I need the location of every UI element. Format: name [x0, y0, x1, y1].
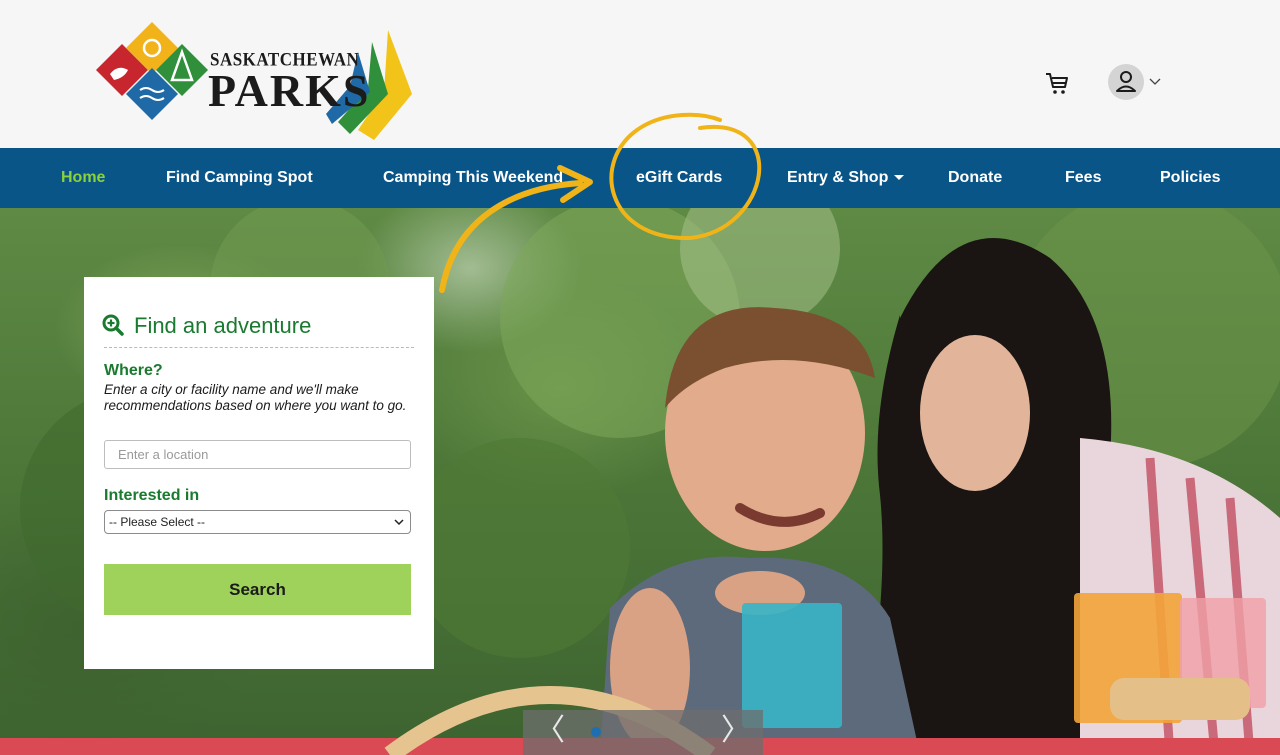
user-menu[interactable] — [1108, 64, 1180, 100]
carousel-controls: 〈 〉 — [523, 710, 763, 755]
user-icon — [1116, 71, 1136, 92]
nav-find-camping-spot[interactable]: Find Camping Spot — [166, 148, 313, 208]
search-panel-title-text: Find an adventure — [134, 313, 312, 338]
saskatchewan-parks-logo[interactable]: SASKATCHEWAN PARKS — [88, 22, 428, 140]
main-nav: Home Find Camping Spot Camping This Week… — [0, 148, 1280, 208]
divider — [104, 347, 414, 348]
search-button[interactable]: Search — [104, 564, 411, 615]
cart-icon[interactable] — [1044, 70, 1070, 96]
where-label: Where? — [104, 362, 163, 379]
nav-policies[interactable]: Policies — [1160, 148, 1220, 208]
location-input[interactable] — [104, 440, 411, 469]
caret-down-icon — [894, 175, 905, 181]
logo-line-2: PARKS — [208, 65, 371, 116]
avatar — [1108, 64, 1144, 100]
nav-fees[interactable]: Fees — [1065, 148, 1101, 208]
nav-donate[interactable]: Donate — [948, 148, 1002, 208]
search-panel-title: Find an adventure — [102, 313, 312, 339]
nav-egift-cards[interactable]: eGift Cards — [636, 148, 722, 208]
nav-camping-this-weekend[interactable]: Camping This Weekend — [383, 148, 563, 208]
site-header: SASKATCHEWAN PARKS — [0, 0, 1280, 148]
nav-home[interactable]: Home — [61, 148, 105, 208]
where-help-text: Enter a city or facility name and we'll … — [104, 382, 407, 413]
interest-select[interactable]: -- Please Select -- — [104, 510, 411, 534]
nav-entry-shop[interactable]: Entry & Shop — [787, 148, 905, 208]
chevron-down-icon — [394, 519, 404, 526]
nav-entry-shop-label: Entry & Shop — [787, 169, 889, 186]
chevron-right-icon[interactable]: 〉 — [721, 716, 751, 746]
search-panel: Find an adventure Where? Enter a city or… — [84, 277, 434, 669]
search-plus-icon — [102, 314, 124, 336]
interest-select-value: -- Please Select -- — [109, 515, 206, 529]
chevron-left-icon[interactable]: 〈 — [535, 716, 565, 746]
interest-label: Interested in — [104, 487, 200, 504]
carousel-indicator-dot[interactable] — [591, 727, 601, 737]
chevron-down-icon — [1149, 78, 1161, 85]
